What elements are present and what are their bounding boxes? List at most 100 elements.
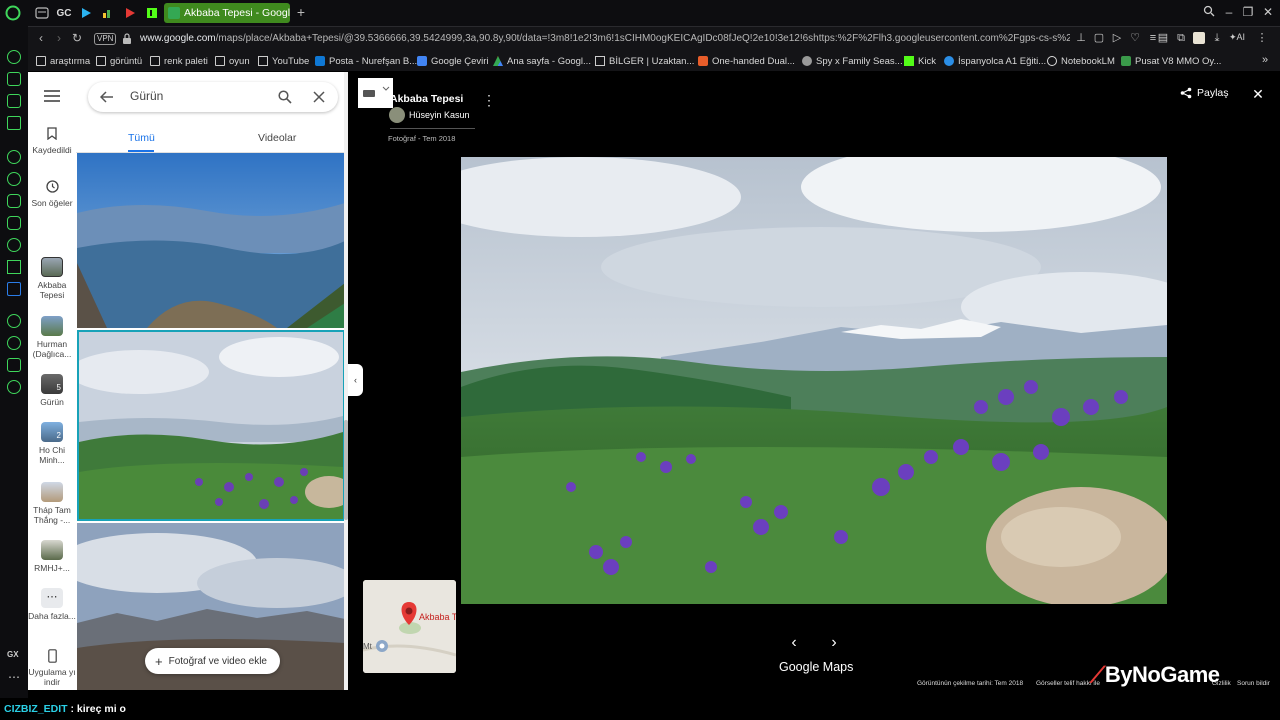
ai-assistant-icon[interactable] [7,50,21,64]
video-popout-icon[interactable]: ▷ [1111,32,1123,44]
author-avatar[interactable] [389,107,405,123]
reload-icon[interactable]: ↻ [70,31,84,45]
ai-button[interactable]: ✦AI [1229,32,1245,43]
bookmark-item[interactable]: araştırma [36,54,90,68]
bookmark-item[interactable]: görüntü [96,54,142,68]
opera-logo-icon[interactable] [4,4,22,22]
main-photo[interactable] [461,157,1167,604]
download-icon[interactable]: ⤓ [1211,32,1223,44]
easy-setup-icon[interactable]: ⋮ [1256,32,1268,44]
heart-icon[interactable]: ♡ [1129,32,1141,44]
place-title[interactable]: Akbaba Tepesi [390,93,463,105]
close-viewer-icon[interactable]: ✕ [1251,87,1265,101]
bookmark-item[interactable]: BİLGER | Uzaktan... [595,54,694,68]
bookmark-item[interactable]: İspanyolca A1 Eğiti... [944,54,1046,68]
media-app-icon[interactable] [121,4,139,22]
tab-all[interactable]: Tümü [128,132,155,144]
rail-recent[interactable]: Son öğeler [28,180,76,208]
clear-search-icon[interactable] [313,91,325,103]
search-tabs-icon[interactable] [1203,5,1217,19]
bookmark-item[interactable]: Google Çeviri [417,54,489,68]
bookmark-item[interactable]: Posta - Nurefşan B... [315,54,417,68]
notes-icon[interactable] [7,94,21,108]
vpn-badge[interactable]: VPN [94,33,117,45]
rail-place-hochiminh[interactable]: 2 Ho Chi Minh... [28,422,76,465]
search-input[interactable] [130,89,270,103]
rail-place-rmhj[interactable]: RMHJ+... [28,540,76,573]
collapse-panel-button[interactable]: ‹ [348,364,363,396]
instagram-icon[interactable] [7,216,21,230]
rail-label: Tháp Tam Thắng -... [33,505,71,525]
mail-icon[interactable] [7,116,21,130]
rail-label: Kaydedildi [32,145,72,155]
photo-thumbnail-valley[interactable] [77,153,345,328]
tab-google-maps[interactable]: Akbaba Tepesi - Google H... [164,3,290,23]
quick-tab-gc[interactable]: GC [55,4,73,22]
back-arrow-icon[interactable] [100,91,114,103]
rail-place-gurun[interactable]: 5 Gürün [28,374,76,407]
tab-list-icon[interactable] [33,4,51,22]
player-icon[interactable] [7,314,21,328]
whatsapp-icon[interactable] [7,172,21,186]
bookmark-item[interactable]: Kick [904,54,936,68]
add-photo-label: Fotoğraf ve video ekle [168,655,267,667]
bookmark-label: İspanyolca A1 Eğiti... [958,55,1047,67]
search-icon[interactable] [278,90,292,104]
bookmark-item[interactable]: oyun [215,54,250,68]
chart-app-icon[interactable] [99,4,117,22]
bookmark-item[interactable]: Spy x Family Seas... [802,54,903,68]
minimize-icon[interactable]: – [1222,5,1236,19]
previous-photo-icon[interactable]: ‹ [786,634,802,652]
bookmarks-overflow-icon[interactable]: » [1262,54,1268,66]
rail-more[interactable]: ⋯ Daha fazla... [28,588,76,621]
restore-icon[interactable]: ❐ [1241,5,1255,19]
clock-icon[interactable] [7,336,21,350]
tiktok-icon[interactable] [7,238,21,252]
workspace-icon[interactable] [7,72,21,86]
kick-tab-icon[interactable] [143,4,161,22]
tab-videos[interactable]: Videolar [258,132,296,144]
lock-icon[interactable] [122,33,132,44]
next-photo-icon[interactable]: › [826,634,842,652]
rail-place-hurman[interactable]: Hurman (Dağlıca... [28,316,76,359]
add-photo-video-button[interactable]: + Fotoğraf ve video ekle [145,648,280,674]
snapshot-icon[interactable]: ▢ [1093,32,1105,44]
url-field[interactable]: www.google.com/maps/place/Akbaba+Tepesi/… [140,33,1070,44]
bookmark-item[interactable]: renk paleti [150,54,208,68]
forward-icon[interactable]: › [52,31,66,45]
bookmark-item[interactable]: One-handed Dual... [698,54,795,68]
bookmark-item[interactable]: Pusat V8 MMO Oy... [1121,54,1221,68]
chatgpt-icon[interactable] [7,150,21,164]
bookmark-item[interactable]: YouTube [258,54,309,68]
play-store-icon[interactable] [77,4,95,22]
settings-gear-icon[interactable] [7,380,21,394]
pin-icon[interactable]: ⊥ [1075,32,1087,44]
extension-image-icon[interactable] [1193,32,1205,44]
mini-map[interactable]: Akbaba T Mt [363,580,456,673]
keyboard-shortcuts-button[interactable] [358,78,393,108]
bookmark-item[interactable]: Ana sayfa - Googl... [493,54,591,68]
rail-place-thap[interactable]: Tháp Tam Thắng -... [28,482,76,525]
x-twitter-icon[interactable] [7,260,21,274]
hamburger-icon[interactable] [44,90,60,102]
photo-thumbnail-flowers[interactable] [77,330,345,521]
report-problem-link[interactable]: Sorun bildir [1237,680,1270,687]
gx-label[interactable]: GX [7,650,19,659]
rail-place-akbaba[interactable]: Akbaba Tepesi [28,257,76,300]
sidebar-more-icon[interactable]: ⋯ [8,670,20,684]
discord-icon[interactable] [7,194,21,208]
bookmark-item[interactable]: NotebookLM [1047,54,1115,68]
new-tab-button[interactable]: + [293,4,309,20]
extensions-icon[interactable] [7,358,21,372]
page-icon[interactable]: ▤ [1157,32,1169,44]
extension-puzzle-icon[interactable]: ⧉ [1175,32,1187,44]
back-icon[interactable]: ‹ [34,31,48,45]
close-window-icon[interactable]: ✕ [1261,5,1275,19]
rail-saved[interactable]: Kaydedildi [28,127,76,155]
rail-label: Akbaba Tepesi [37,280,67,300]
share-button[interactable]: Paylaş [1180,87,1229,99]
author-name[interactable]: Hüseyin Kasun [409,110,470,120]
more-options-icon[interactable]: ⋮ [482,92,496,108]
vk-icon[interactable] [7,282,21,296]
rail-get-app[interactable]: Uygulama yı indir [28,649,76,687]
